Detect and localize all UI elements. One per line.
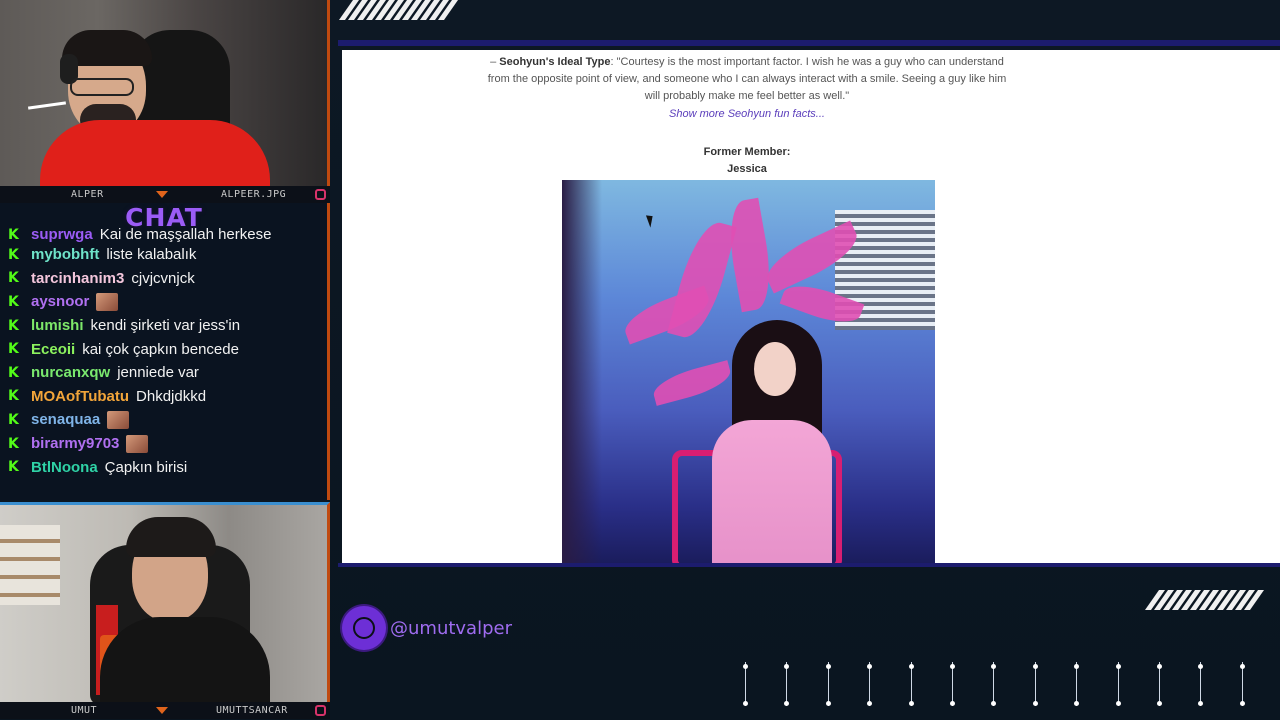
show-more-row: Show more Seohyun fun facts... xyxy=(487,106,1007,123)
tick-mark xyxy=(743,662,748,706)
kick-badge-icon: K xyxy=(8,246,19,263)
kick-badge-icon: K xyxy=(8,341,19,358)
tick-mark xyxy=(784,662,790,706)
chat-message: Kmybobhft liste kalabalık xyxy=(0,243,327,267)
former-member-block: Former Member: Jessica xyxy=(487,144,1007,178)
chat-text: cjvjcvnjck xyxy=(131,269,195,287)
streamer-handle: ALPEER.JPG xyxy=(221,189,287,200)
tick-mark xyxy=(1198,662,1204,706)
chat-username[interactable]: mybobhft xyxy=(31,246,99,263)
chat-username[interactable]: Eceoii xyxy=(31,341,75,358)
chat-panel: CHAT Ksuprwga Kai de maşşallah herkese Kmy… xyxy=(0,203,330,500)
social-handle: @umutvalper xyxy=(342,606,512,650)
social-handle-text: @umutvalper xyxy=(390,617,512,639)
chat-message: Klumishi kendi şirketi var jess'in xyxy=(0,314,327,338)
chat-message: K MOAofTubatu Dhkdjdkkd xyxy=(0,385,327,409)
tick-mark xyxy=(1115,662,1121,706)
chat-username[interactable]: BtlNoona xyxy=(31,459,98,476)
chat-username[interactable]: tarcinhanim3 xyxy=(31,270,124,287)
webcam-top xyxy=(0,0,330,186)
chat-text: kai çok çapkın bencede xyxy=(82,340,239,358)
kick-badge-icon: K xyxy=(8,459,19,476)
kick-badge-icon: K xyxy=(8,411,19,428)
tick-mark xyxy=(1032,662,1038,706)
tick-mark xyxy=(1074,662,1080,706)
ideal-type-paragraph: – Seohyun's Ideal Type: "Courtesy is the… xyxy=(487,56,1007,102)
show-more-link[interactable]: Show more Seohyun fun facts... xyxy=(669,108,825,120)
chat-text: Çapkın birisi xyxy=(104,458,188,476)
chat-message: K BtlNoona Çapkın birisi xyxy=(0,455,327,479)
tick-mark xyxy=(991,662,997,706)
chat-list: Ksuprwga Kai de maşşallah herkese Kmybobhf… xyxy=(0,225,327,479)
chat-message: K Eceoii kai çok çapkın bencede xyxy=(0,337,327,361)
kick-badge-icon: K xyxy=(8,364,19,381)
webcam-top-namebar: ALPER ALPEER.JPG xyxy=(0,186,330,203)
triangle-icon xyxy=(156,191,168,198)
chat-message: Ksenaquaa xyxy=(0,408,327,432)
chat-message: Kbirarmy9703 xyxy=(0,432,327,456)
chat-username[interactable]: aysnoor xyxy=(31,293,89,310)
tick-decoration xyxy=(743,662,1245,712)
streamer-name: ALPER xyxy=(71,189,104,200)
ideal-type-label: Seohyun's Ideal Type xyxy=(499,56,611,68)
hatch-decoration xyxy=(1144,590,1265,610)
kick-badge-icon: K xyxy=(8,388,19,405)
tick-mark xyxy=(908,662,914,706)
emote-icon xyxy=(126,434,149,453)
emote-icon xyxy=(96,292,119,311)
tick-mark xyxy=(950,662,955,706)
instagram-icon xyxy=(315,705,326,716)
member-photo xyxy=(562,180,935,563)
triangle-icon xyxy=(156,707,168,714)
tick-mark xyxy=(867,662,873,706)
stream-overlay: ALPER ALPEER.JPG CHAT Ksuprwga Kai de maş… xyxy=(0,0,1280,720)
emote-icon xyxy=(107,410,130,429)
chat-message: Ktarcinhanim3 cjvjcvnjck xyxy=(0,267,327,291)
instagram-icon xyxy=(315,189,326,200)
chat-message: Knurcanxqw jenniede var xyxy=(0,361,327,385)
chat-text: jenniede var xyxy=(117,364,199,382)
tick-mark xyxy=(1239,662,1245,706)
browser-frame-bottom xyxy=(338,563,1280,567)
chat-username[interactable]: nurcanxqw xyxy=(31,364,110,381)
chat-username[interactable]: senaquaa xyxy=(31,411,100,428)
hatch-decoration xyxy=(338,0,459,20)
chat-text: liste kalabalık xyxy=(106,246,197,264)
chat-message: Kaysnoor xyxy=(0,290,327,314)
chat-username[interactable]: birarmy9703 xyxy=(31,435,119,452)
chat-title: CHAT xyxy=(125,203,203,232)
kick-badge-icon: K xyxy=(8,435,19,452)
tick-mark xyxy=(1157,662,1162,706)
chat-text: Dhkdjdkkd xyxy=(136,387,207,405)
kick-badge-icon: K xyxy=(8,270,19,287)
browser-viewport[interactable]: – Seohyun's Ideal Type: "Courtesy is the… xyxy=(342,50,1280,563)
chat-text: kendi şirketi var jess'in xyxy=(90,317,241,335)
webcam-bottom-namebar: UMUT UMUTTSANCAR xyxy=(0,702,330,719)
webcam-bottom xyxy=(0,502,330,702)
kick-badge-icon: K xyxy=(8,317,19,334)
globe-icon xyxy=(342,606,386,650)
chat-username[interactable]: MOAofTubatu xyxy=(31,388,129,405)
tick-mark xyxy=(825,662,831,706)
browser-frame-top xyxy=(338,40,1280,46)
chat-username[interactable]: lumishi xyxy=(31,317,84,334)
kick-badge-icon: K xyxy=(8,293,19,310)
former-member-label: Former Member: xyxy=(703,146,791,158)
streamer-name: UMUT xyxy=(71,705,98,716)
former-member-name: Jessica xyxy=(727,163,767,175)
streamer-handle: UMUTTSANCAR xyxy=(216,705,288,716)
